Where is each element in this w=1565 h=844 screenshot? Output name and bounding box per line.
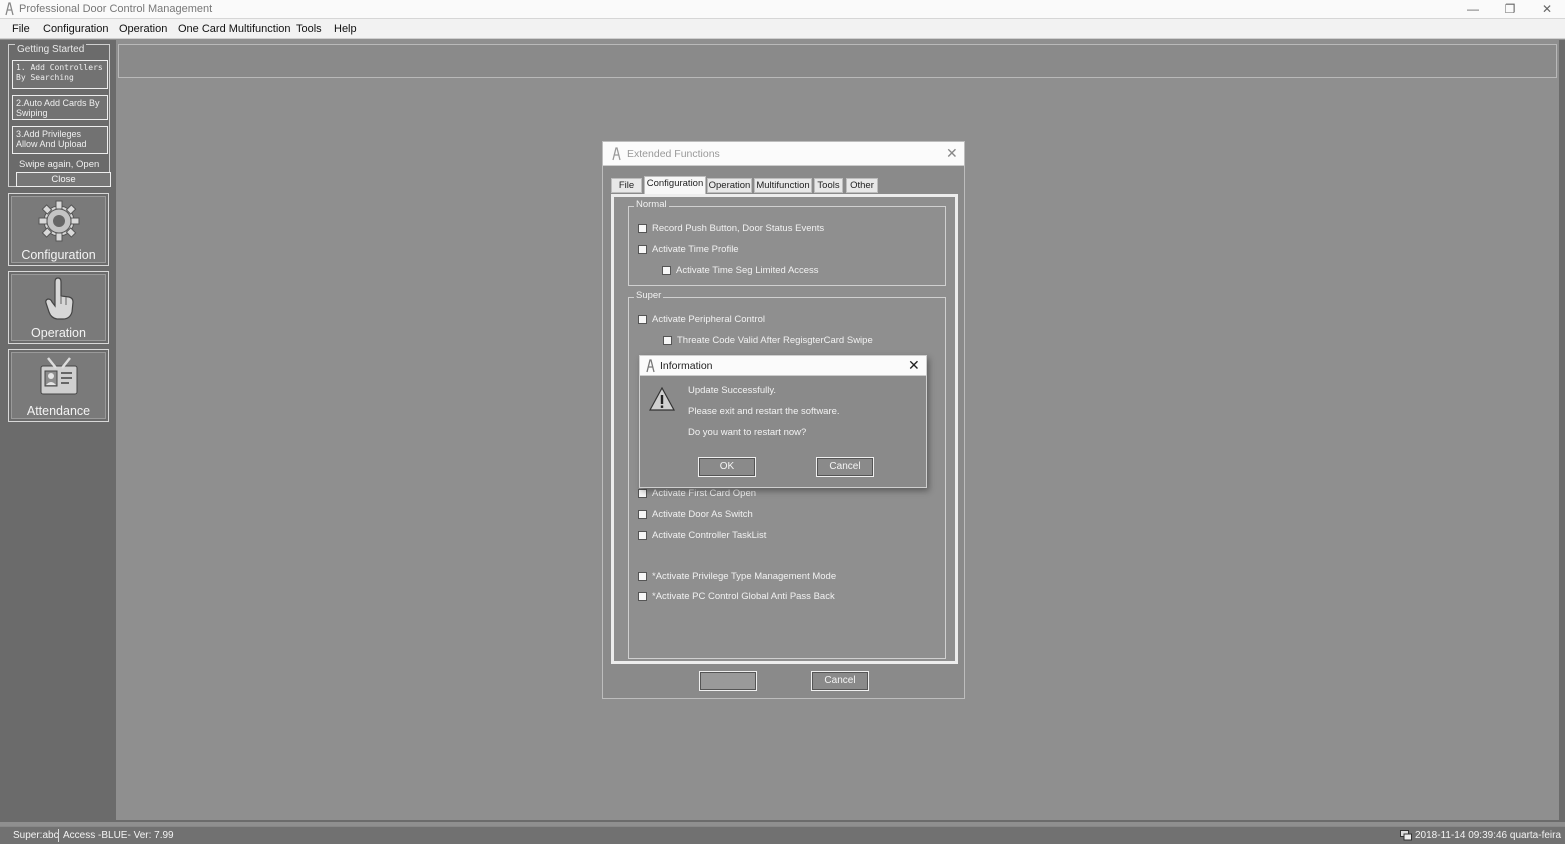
extended-cancel-button[interactable]: Cancel — [811, 671, 869, 691]
option-label: Threate Code Valid After RegisgterCard S… — [677, 335, 873, 346]
super-group-legend: Super — [634, 290, 664, 301]
option-label: Activate Controller TaskList — [652, 530, 767, 541]
menu-help[interactable]: Help — [334, 23, 357, 35]
information-title: Information — [660, 360, 713, 372]
close-window-button[interactable]: ✕ — [1529, 0, 1565, 19]
configuration-module-button[interactable]: Configuration — [8, 193, 109, 266]
menu-file[interactable]: File — [12, 23, 30, 35]
checkbox[interactable] — [638, 245, 647, 254]
extended-functions-close-button[interactable]: ✕ — [946, 145, 958, 162]
window-title: Professional Door Control Management — [19, 3, 213, 15]
status-version: Access -BLUE- Ver: 7.99 — [63, 830, 174, 841]
normal-group-legend: Normal — [634, 199, 669, 210]
menu-tools[interactable]: Tools — [296, 23, 322, 35]
checkbox[interactable] — [638, 572, 647, 581]
configuration-module-label: Configuration — [21, 248, 96, 262]
information-close-button[interactable]: ✕ — [908, 357, 920, 374]
info-ok-button[interactable]: OK — [698, 457, 756, 477]
getting-started-panel: Getting Started 1. Add Controllers By Se… — [8, 44, 111, 187]
app-logo-icon — [5, 2, 14, 16]
restore-button[interactable]: ❐ — [1492, 0, 1528, 19]
option-label: Record Push Button, Door Status Events — [652, 223, 825, 234]
getting-started-legend: Getting Started — [15, 44, 87, 55]
minimize-button[interactable]: — — [1455, 0, 1491, 19]
info-cancel-button[interactable]: Cancel — [816, 457, 874, 477]
getting-started-close-button[interactable]: Close — [16, 172, 111, 187]
checkbox[interactable] — [638, 592, 647, 601]
warning-icon — [649, 387, 675, 411]
attendance-module-button[interactable]: Attendance — [8, 349, 109, 422]
title-bar: Professional Door Control Management — ❐… — [0, 0, 1565, 19]
checkbox[interactable] — [662, 266, 671, 275]
status-bar: Super:abc Access -BLUE- Ver: 7.99 2018-1… — [0, 826, 1565, 844]
gear-icon — [38, 200, 80, 242]
option-label: Activate Peripheral Control — [652, 314, 765, 325]
normal-group: Normal Record Push Button, Door Status E… — [628, 199, 946, 286]
menu-configuration[interactable]: Configuration — [43, 23, 108, 35]
checkbox[interactable] — [638, 224, 647, 233]
app-logo-icon — [646, 359, 655, 373]
hand-pointer-icon — [45, 277, 74, 320]
option-label: Activate Time Profile — [652, 244, 739, 255]
extended-ok-button[interactable]: OK — [699, 671, 757, 691]
attendance-module-label: Attendance — [26, 404, 91, 418]
info-message-line: Do you want to restart now? — [688, 427, 807, 438]
status-separator — [58, 829, 59, 842]
extended-functions-title: Extended Functions — [627, 148, 720, 160]
tab-configuration[interactable]: Configuration — [644, 176, 706, 194]
swipe-again-label: Swipe again, Open — [19, 159, 100, 170]
menu-one-card-multifunction[interactable]: One Card Multifunction — [178, 23, 291, 35]
checkbox[interactable] — [638, 510, 647, 519]
checkbox[interactable] — [638, 315, 647, 324]
app-logo-icon — [612, 147, 621, 161]
network-icon — [1400, 830, 1412, 841]
information-dialog: Information ✕ Update Successfully. Pleas… — [639, 355, 927, 488]
extended-functions-titlebar: Extended Functions ✕ — [603, 142, 964, 166]
tab-file[interactable]: File — [611, 178, 642, 193]
tab-multifunction[interactable]: Multifunction — [754, 178, 812, 193]
step-add-controllers-button[interactable]: 1. Add Controllers By Searching — [12, 60, 108, 89]
menu-operation[interactable]: Operation — [119, 23, 167, 35]
step-add-privileges-button[interactable]: 3.Add Privileges Allow And Upload — [12, 126, 108, 154]
option-label: Activate Door As Switch — [652, 509, 753, 520]
info-message-line: Update Successfully. — [688, 385, 777, 396]
menu-bar: File Configuration Operation One Card Mu… — [0, 19, 1565, 39]
checkbox[interactable] — [638, 531, 647, 540]
tab-tools[interactable]: Tools — [814, 178, 843, 193]
status-user: Super:abc — [13, 830, 59, 841]
option-label: *Activate Privilege Type Management Mode — [652, 571, 837, 582]
option-label: Activate First Card Open — [652, 488, 757, 499]
operation-module-button[interactable]: Operation — [8, 271, 109, 344]
information-titlebar: Information ✕ — [640, 356, 926, 376]
main-top-strip — [118, 44, 1557, 78]
option-label: Activate Time Seg Limited Access — [676, 265, 819, 276]
status-datetime: 2018-11-14 09:39:46 quarta-feira — [1415, 830, 1562, 841]
checkbox[interactable] — [638, 489, 647, 498]
attendance-icon — [40, 357, 78, 395]
operation-module-label: Operation — [31, 326, 86, 340]
tab-operation[interactable]: Operation — [707, 178, 752, 193]
info-message-line: Please exit and restart the software. — [688, 406, 840, 417]
step-auto-add-cards-button[interactable]: 2.Auto Add Cards By Swiping — [12, 95, 108, 120]
option-label: *Activate PC Control Global Anti Pass Ba… — [652, 591, 835, 602]
checkbox[interactable] — [663, 336, 672, 345]
tab-other[interactable]: Other — [846, 178, 878, 193]
sidebar: Getting Started 1. Add Controllers By Se… — [4, 40, 112, 424]
